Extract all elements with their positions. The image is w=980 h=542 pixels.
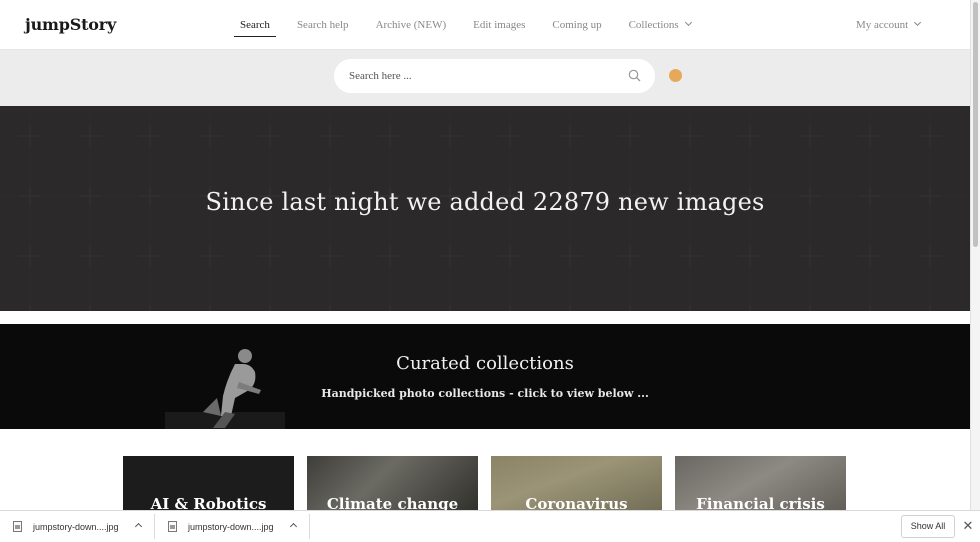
download-item[interactable]: jumpstory-down....jpg (13, 511, 119, 542)
curated-title: Curated collections (396, 353, 574, 374)
nav-collections[interactable]: Collections (629, 0, 692, 50)
nav-coming-up[interactable]: Coming up (552, 0, 601, 50)
divider (309, 514, 310, 539)
page-scrollbar[interactable] (970, 0, 980, 510)
nav-edit-images[interactable]: Edit images (473, 0, 525, 50)
chevron-up-icon[interactable] (289, 522, 298, 531)
search-input[interactable] (349, 59, 619, 93)
collection-cards: AI & Robotics Climate change Coronavirus… (123, 456, 859, 516)
collection-card-climate-change[interactable]: Climate change (307, 456, 478, 516)
hero-banner: Since last night we added 22879 new imag… (0, 106, 970, 311)
downloads-bar: jumpstory-down....jpg jumpstory-down....… (0, 510, 980, 542)
chevron-down-icon (684, 18, 692, 27)
download-item[interactable]: jumpstory-down....jpg (168, 511, 274, 542)
file-icon (13, 521, 22, 532)
nav-archive[interactable]: Archive (NEW) (376, 0, 447, 50)
nav-search-help[interactable]: Search help (297, 0, 349, 50)
status-dot (669, 69, 682, 82)
scrollbar-thumb[interactable] (973, 2, 978, 247)
curated-collections-banner: Curated collections Handpicked photo col… (0, 324, 970, 429)
curated-subtitle: Handpicked photo collections - click to … (321, 387, 649, 400)
divider (154, 514, 155, 539)
main-nav: Search Search help Archive (NEW) Edit im… (234, 0, 718, 50)
search-icon[interactable] (628, 69, 641, 82)
search-box (334, 59, 655, 93)
my-account-menu[interactable]: My account (856, 0, 922, 50)
search-band (0, 50, 970, 106)
chevron-down-icon (914, 18, 922, 27)
collection-card-coronavirus[interactable]: Coronavirus (491, 456, 662, 516)
file-icon (168, 521, 177, 532)
jumpstory-logo[interactable]: jumpStory (25, 15, 116, 34)
download-filename: jumpstory-down....jpg (188, 521, 274, 532)
hero-title: Since last night we added 22879 new imag… (205, 188, 765, 216)
collection-card-financial-crisis[interactable]: Financial crisis (675, 456, 846, 516)
person-sitting-photo (165, 349, 285, 429)
top-navigation-bar: jumpStory Search Search help Archive (NE… (0, 0, 970, 50)
chevron-up-icon[interactable] (134, 522, 143, 531)
collection-card-ai-robotics[interactable]: AI & Robotics (123, 456, 294, 516)
close-icon[interactable]: ✕ (962, 519, 974, 533)
show-all-button[interactable]: Show All (901, 515, 955, 538)
download-filename: jumpstory-down....jpg (33, 521, 119, 532)
nav-search[interactable]: Search (234, 0, 276, 50)
